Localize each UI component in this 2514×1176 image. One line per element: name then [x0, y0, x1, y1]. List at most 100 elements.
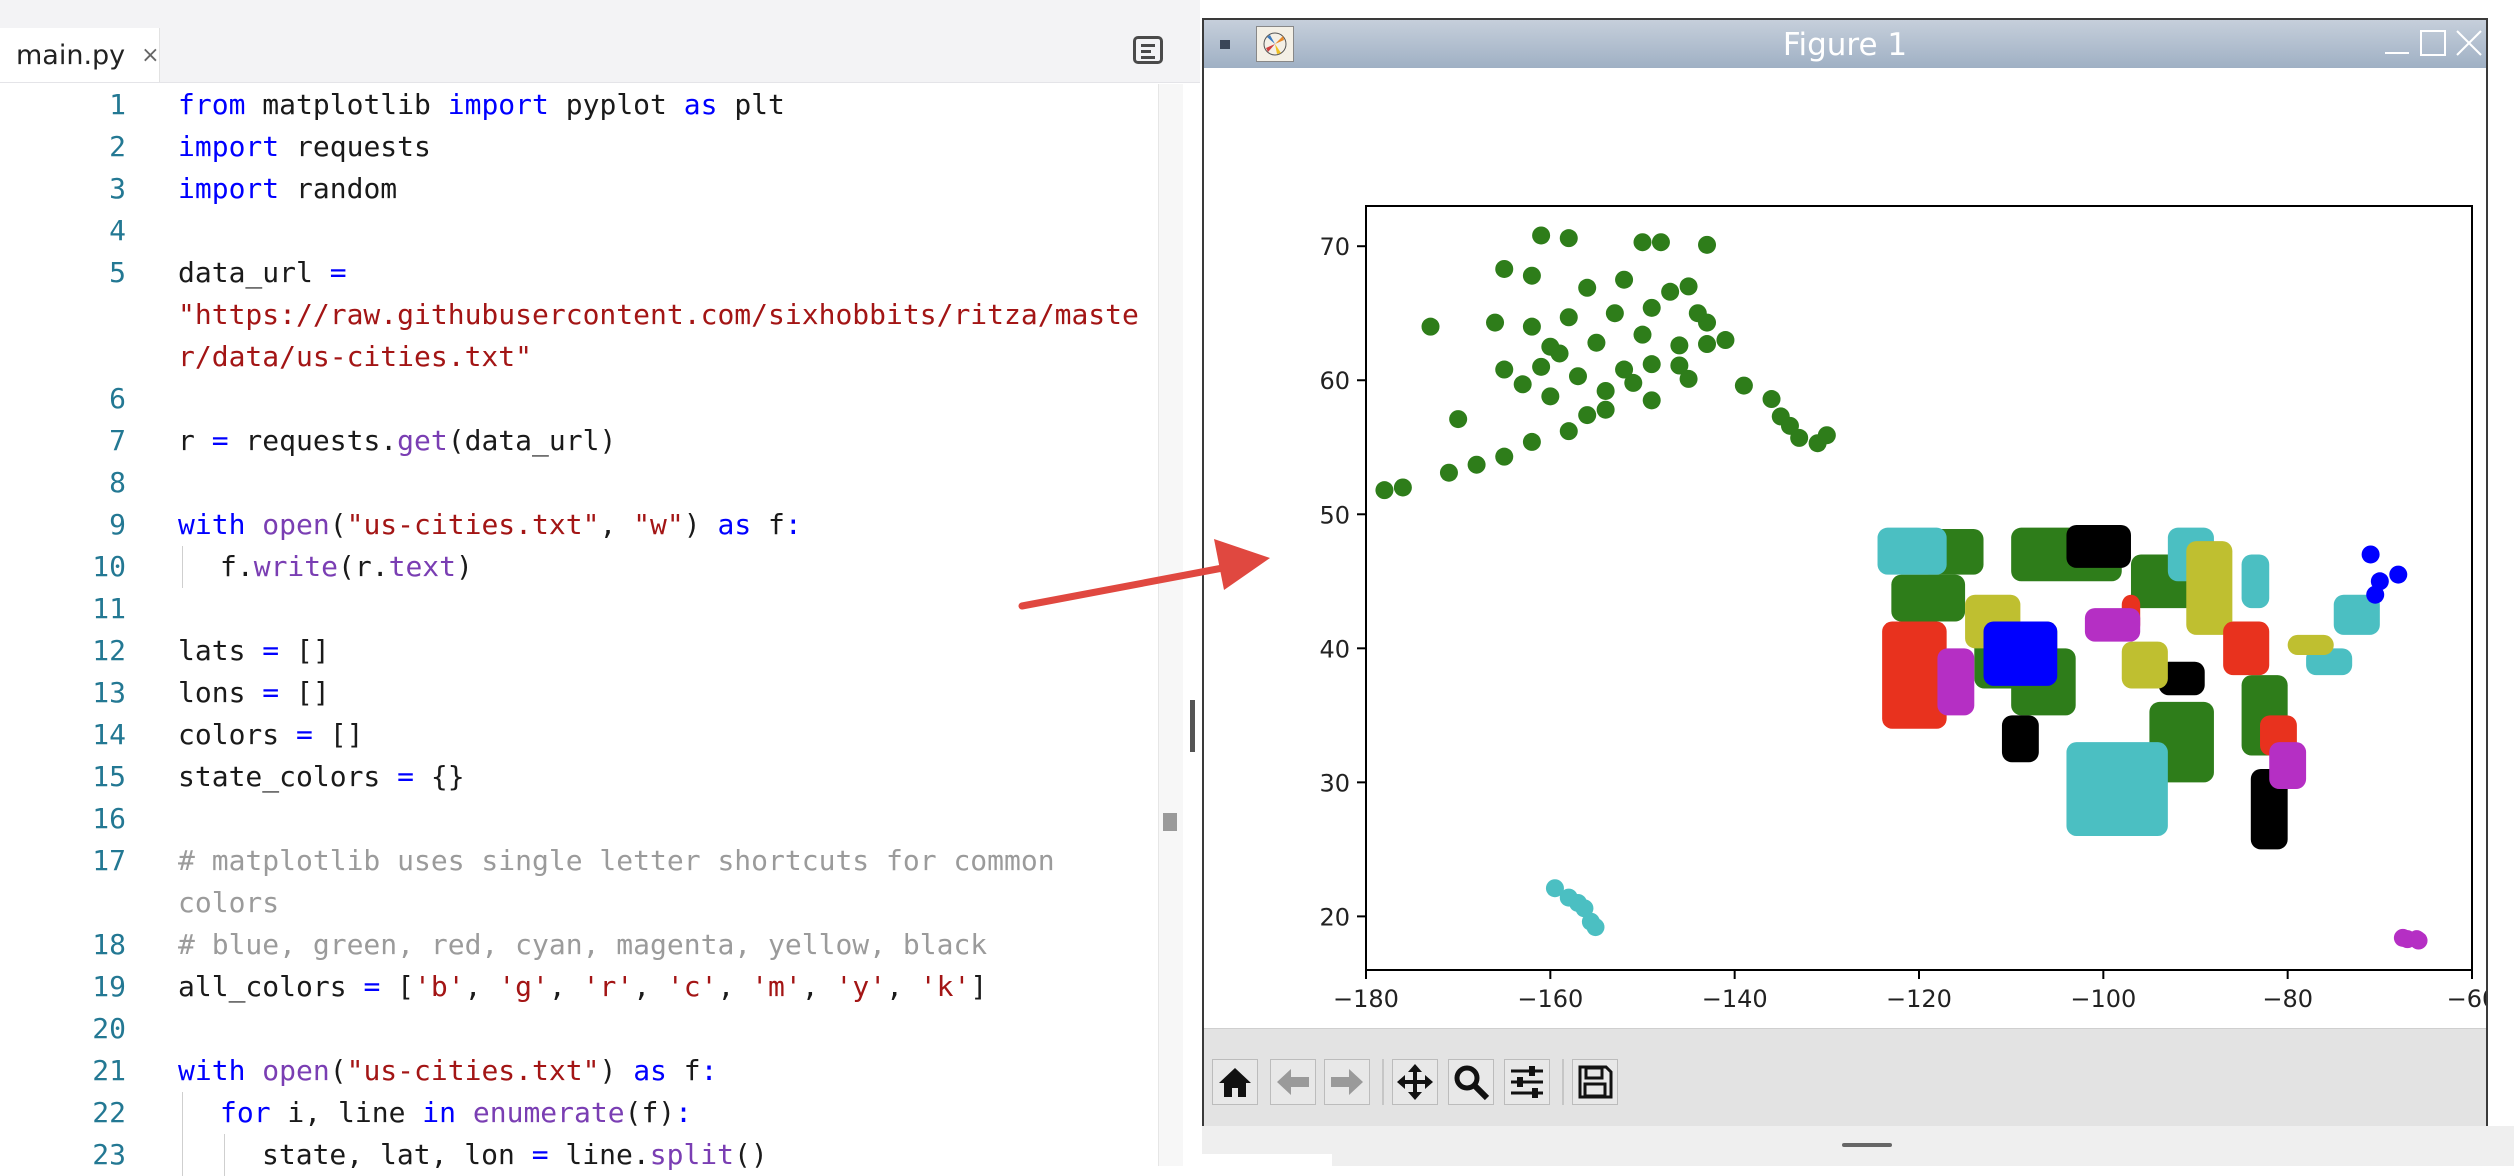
code-line[interactable]: 6: [0, 378, 1150, 420]
line-number: 8: [109, 466, 126, 499]
x-tick-label: −180: [1333, 985, 1399, 1013]
scatter-chart: −180 −160 −140 −120 −100 −80 −60 20 30 40 50 60 70: [1319, 205, 2486, 1013]
line-number: 9: [109, 508, 126, 541]
scatter-point: [1605, 304, 1624, 323]
back-arrow-icon[interactable]: [1270, 1059, 1316, 1105]
scatter-point: [1633, 325, 1652, 344]
code-line[interactable]: "https://raw.githubusercontent.com/sixho…: [0, 294, 1150, 336]
line-number: 19: [92, 970, 126, 1003]
code-text: # matplotlib uses single letter shortcut…: [178, 844, 1055, 877]
x-tick-label: −120: [1886, 985, 1952, 1013]
zoom-magnifier-icon[interactable]: [1448, 1059, 1494, 1105]
scatter-point: [1559, 229, 1578, 248]
line-number: 10: [92, 550, 126, 583]
code-text: colors: [178, 886, 280, 919]
code-line[interactable]: 5 data_url =: [0, 252, 1150, 294]
code-line[interactable]: 9 with open("us-cities.txt", "w") as f:: [0, 504, 1150, 546]
x-tick-label: −60: [2447, 985, 2486, 1013]
bottom-pane-tab[interactable]: [1202, 1154, 1332, 1166]
code-line[interactable]: 8: [0, 462, 1150, 504]
code-line[interactable]: 18 # blue, green, red, cyan, magenta, yel…: [0, 924, 1150, 966]
figure-titlebar[interactable]: Figure 1: [1204, 20, 2486, 70]
scatter-point: [2361, 545, 2380, 564]
x-tick-label: −80: [2262, 985, 2313, 1013]
code-line[interactable]: 15 state_colors = {}: [0, 756, 1150, 798]
scatter-point: [1375, 481, 1394, 500]
editor-scrollbar[interactable]: [1158, 84, 1183, 1166]
maximize-icon[interactable]: [2418, 28, 2448, 58]
code-line[interactable]: 23 state, lat, lon = line.split(): [0, 1134, 1150, 1176]
scatter-point: [1578, 406, 1597, 425]
line-number: 17: [92, 844, 126, 877]
scrollbar-thumb[interactable]: [1163, 813, 1177, 831]
scatter-point: [1642, 298, 1661, 317]
editor-outline-icon[interactable]: [1133, 36, 1163, 64]
scatter-point: [1642, 355, 1661, 374]
code-line[interactable]: 1 from matplotlib import pyplot as plt: [0, 84, 1150, 126]
line-number: 13: [92, 676, 126, 709]
code-line[interactable]: 12 lats = []: [0, 630, 1150, 672]
scatter-point: [2409, 931, 2428, 950]
scatter-point: [1633, 233, 1652, 252]
tab-close-icon[interactable]: ×: [141, 43, 159, 68]
code-line[interactable]: 2 import requests: [0, 126, 1150, 168]
scatter-cluster: [2287, 634, 2334, 656]
code-line[interactable]: 22 for i, line in enumerate(f):: [0, 1092, 1150, 1134]
code-text: lats = []: [178, 634, 330, 667]
line-number: 4: [109, 214, 126, 247]
scatter-point: [1615, 270, 1634, 289]
code-line[interactable]: 19 all_colors = ['b', 'g', 'r', 'c', 'm',…: [0, 966, 1150, 1008]
line-number: 22: [92, 1096, 126, 1129]
figure-window-title: Figure 1: [1782, 27, 1908, 63]
scatter-point: [1596, 381, 1615, 400]
scatter-cluster: [2066, 742, 2168, 836]
line-number: 16: [92, 802, 126, 835]
pane-splitter-handle[interactable]: [1190, 700, 1195, 752]
line-number: 1: [109, 88, 126, 121]
code-line[interactable]: colors: [0, 882, 1150, 924]
scatter-point: [1541, 387, 1560, 406]
scatter-point: [1624, 373, 1643, 392]
minimize-icon[interactable]: [2382, 28, 2412, 58]
code-line[interactable]: 14 colors = []: [0, 714, 1150, 756]
scatter-point: [1495, 360, 1514, 379]
tab-main-py[interactable]: main.py ×: [0, 28, 160, 82]
scatter-point: [1734, 376, 1753, 395]
scatter-point: [1449, 410, 1468, 429]
code-line[interactable]: 7 r = requests.get(data_url): [0, 420, 1150, 462]
code-line[interactable]: 11: [0, 588, 1150, 630]
scatter-point: [1587, 333, 1606, 352]
code-text: state, lat, lon = line.split(): [262, 1138, 768, 1171]
code-line[interactable]: 17 # matplotlib uses single letter shortc…: [0, 840, 1150, 882]
y-tick-label: 50: [1319, 501, 1350, 529]
scatter-point: [1679, 369, 1698, 388]
code-line[interactable]: r/data/us-cities.txt": [0, 336, 1150, 378]
code-text: from matplotlib import pyplot as plt: [178, 88, 785, 121]
code-line[interactable]: 13 lons = []: [0, 672, 1150, 714]
forward-arrow-icon[interactable]: [1324, 1059, 1370, 1105]
save-floppy-icon[interactable]: [1572, 1059, 1618, 1105]
code-line[interactable]: 16: [0, 798, 1150, 840]
scatter-cluster: [2186, 541, 2233, 635]
pan-move-icon[interactable]: [1392, 1059, 1438, 1105]
x-tick-label: −140: [1702, 985, 1768, 1013]
plot-canvas[interactable]: −180 −160 −140 −120 −100 −80 −60 20 30 40 50 60 70: [1204, 68, 2486, 1028]
scatter-point: [1679, 277, 1698, 296]
home-icon[interactable]: [1212, 1059, 1258, 1105]
configure-subplots-icon[interactable]: [1504, 1059, 1550, 1105]
code-editor[interactable]: 1 from matplotlib import pyplot as plt 2 im…: [0, 84, 1160, 1176]
close-icon[interactable]: [2454, 28, 2484, 58]
scatter-point: [1698, 235, 1717, 254]
line-number: 7: [109, 424, 126, 457]
code-line[interactable]: 4: [0, 210, 1150, 252]
scatter-point: [1495, 259, 1514, 278]
code-line[interactable]: 20: [0, 1008, 1150, 1050]
code-line[interactable]: 3 import random: [0, 168, 1150, 210]
scatter-point: [1762, 390, 1781, 409]
scatter-point: [1522, 317, 1541, 336]
panel-resize-grip[interactable]: [1842, 1143, 1892, 1147]
code-line[interactable]: 21 with open("us-cities.txt") as f:: [0, 1050, 1150, 1092]
line-number: 2: [109, 130, 126, 163]
code-line[interactable]: 10 f.write(r.text): [0, 546, 1150, 588]
scatter-point: [1698, 335, 1717, 354]
